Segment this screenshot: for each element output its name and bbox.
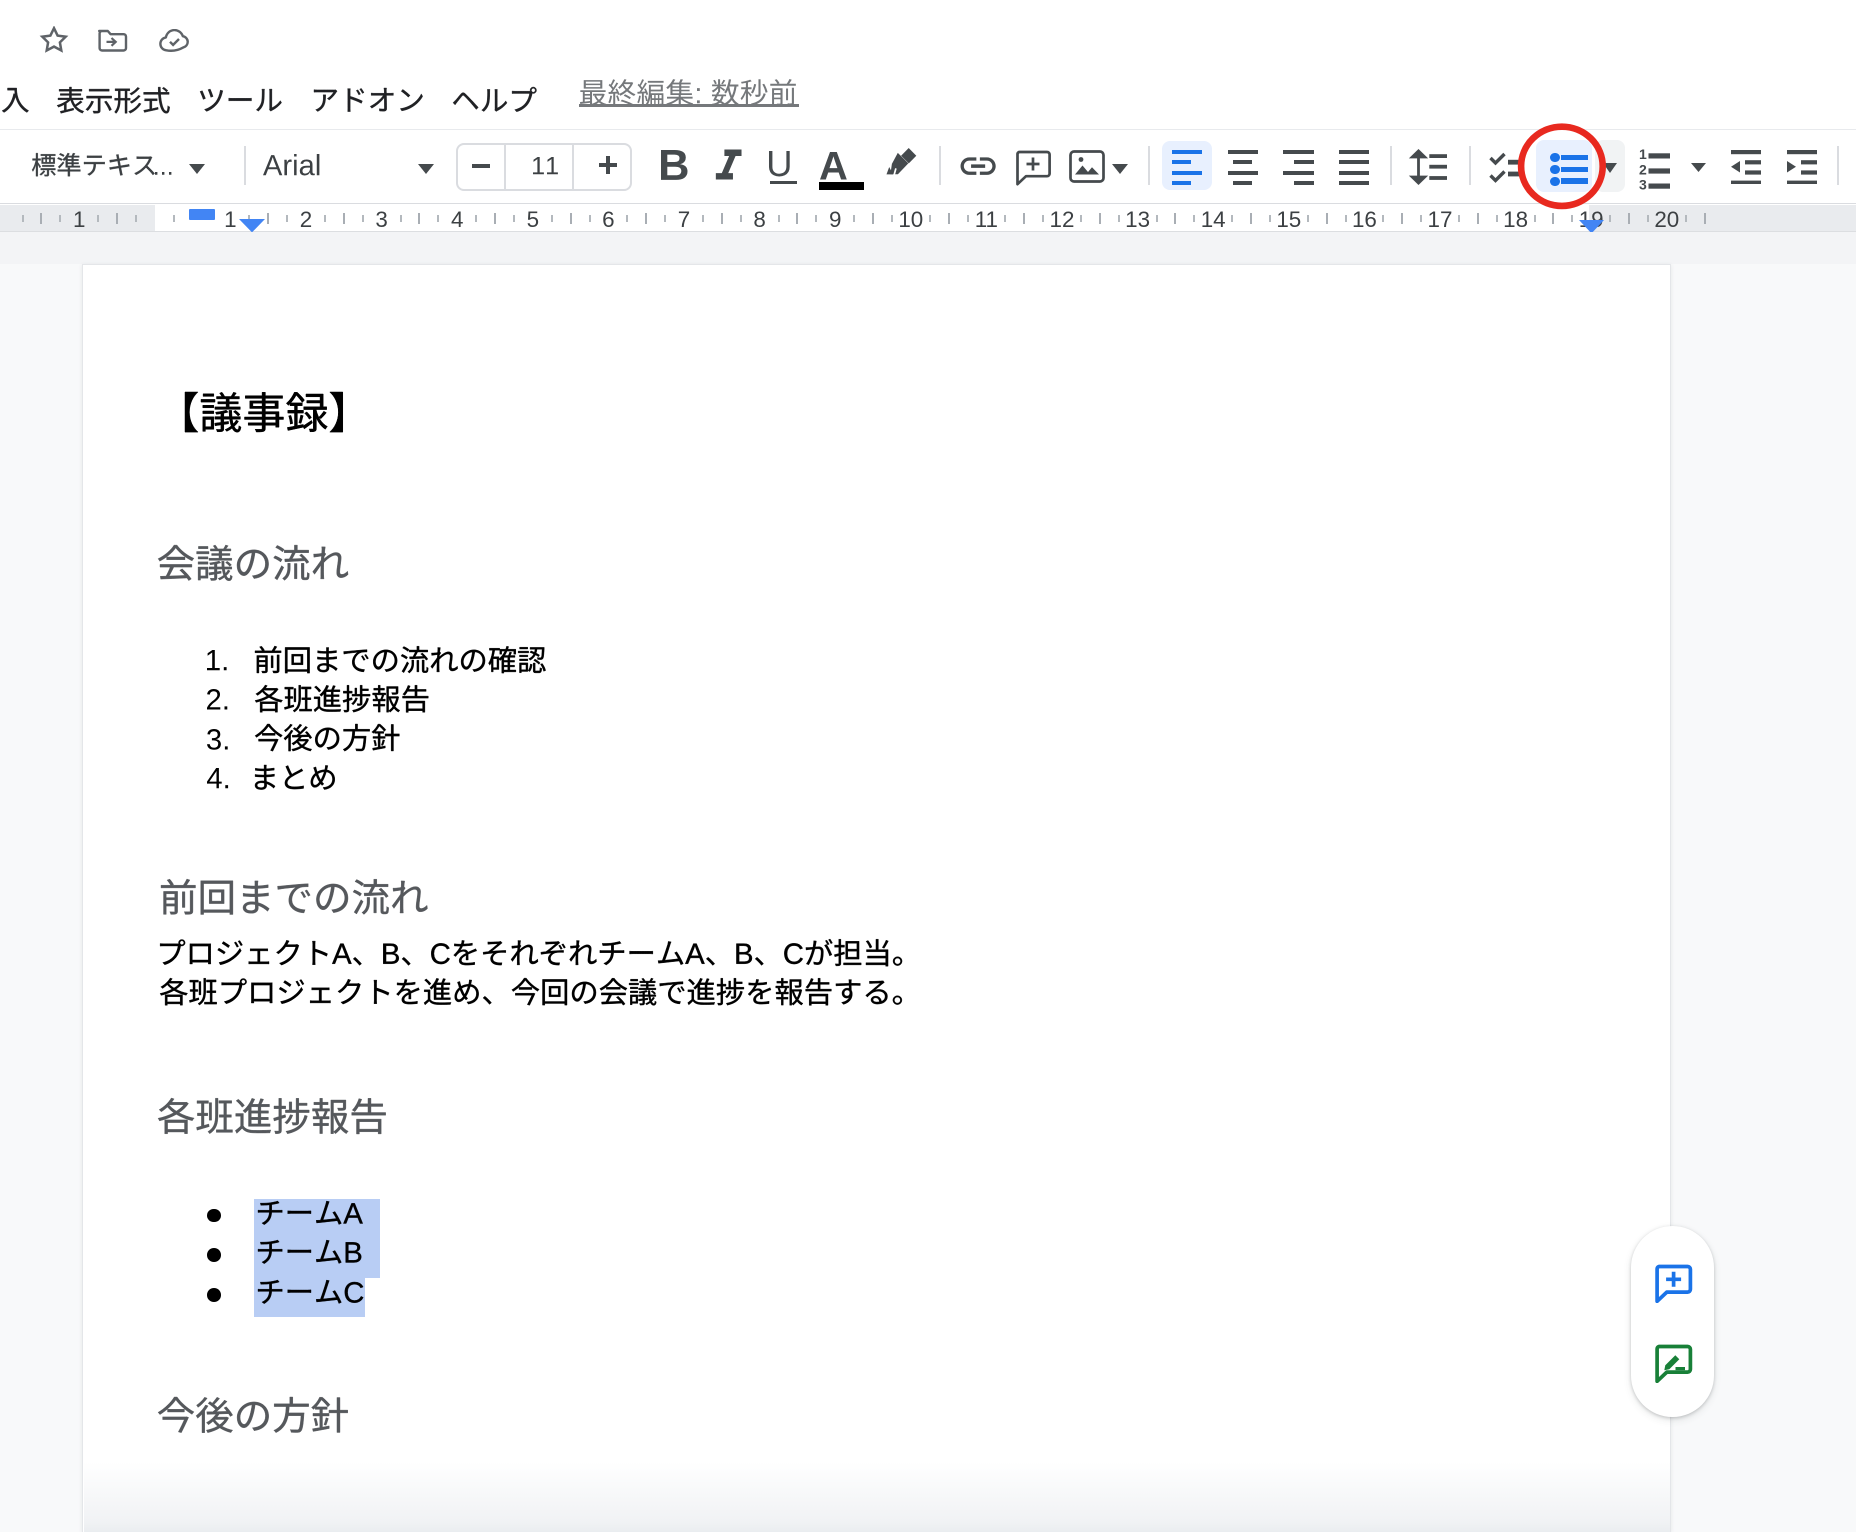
svg-text:2: 2	[1639, 161, 1647, 177]
svg-text:1: 1	[1639, 146, 1647, 162]
svg-text:3: 3	[1639, 176, 1647, 192]
